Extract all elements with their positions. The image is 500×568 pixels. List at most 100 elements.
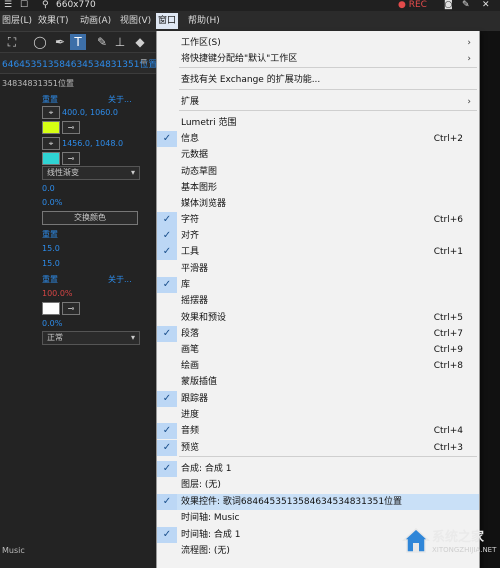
menu-item-label: 音频: [181, 426, 200, 436]
chevron-right-icon: ›: [467, 54, 471, 64]
menu-item[interactable]: 效果和预设 Ctrl+5: [157, 310, 479, 326]
menu-item[interactable]: ✓ 跟踪器: [157, 391, 479, 407]
menu-item[interactable]: 蒙版插值: [157, 374, 479, 390]
panel-subtitle: 34834831351位置: [2, 79, 74, 88]
start-color-swatch[interactable]: [42, 121, 60, 134]
menu-item[interactable]: 工作区(S) ›: [157, 35, 479, 51]
search-icon[interactable]: ⚲: [42, 0, 49, 11]
menu-item[interactable]: ✓ 效果控件: 歌词6846453513584634534831351位置: [157, 494, 479, 510]
menu-item[interactable]: 基本图形: [157, 180, 479, 196]
pen-icon[interactable]: ✎: [462, 0, 470, 11]
menu-item[interactable]: 图层: (无): [157, 477, 479, 493]
menu-item-label: 平滑器: [181, 264, 209, 274]
menu-item[interactable]: ✓ 信息 Ctrl+2: [157, 131, 479, 147]
end-color-swatch[interactable]: [42, 152, 60, 165]
menu-item[interactable]: Lumetri 范围: [157, 115, 479, 131]
menu-item[interactable]: ✓ 合成: 合成 1: [157, 461, 479, 477]
panel-menu-icon[interactable]: ≡: [140, 57, 148, 67]
checkmark-icon: ✓: [157, 277, 177, 293]
value-field[interactable]: 0.0%: [42, 319, 62, 328]
menu-item[interactable]: ✓ 字符 Ctrl+6: [157, 212, 479, 228]
menu-item[interactable]: 将快捷键分配给"默认"工作区 ›: [157, 51, 479, 67]
menu-item-shortcut: Ctrl+9: [433, 345, 463, 355]
about-link[interactable]: 关于...: [108, 94, 132, 105]
menu-separator: [179, 456, 477, 457]
menu-item[interactable]: ✓ 库: [157, 277, 479, 293]
type-icon[interactable]: T: [70, 34, 86, 50]
menu-view[interactable]: 视图(V): [118, 13, 153, 29]
menu-effect[interactable]: 效果(T): [36, 13, 71, 29]
menu-item[interactable]: 媒体浏览器: [157, 196, 479, 212]
window-icon[interactable]: ☐: [20, 0, 28, 11]
end-point-value[interactable]: 1456.0, 1048.0: [62, 139, 123, 148]
chevron-down-icon: ▾: [130, 168, 135, 177]
menu-item[interactable]: 动态草图: [157, 164, 479, 180]
menu-separator: [179, 67, 477, 68]
house-logo-icon: [402, 527, 430, 553]
menu-item[interactable]: 绘画 Ctrl+8: [157, 358, 479, 374]
chevron-right-icon: ›: [467, 97, 471, 107]
menu-item[interactable]: 查找有关 Exchange 的扩展功能...: [157, 72, 479, 88]
rec-indicator[interactable]: ● REC: [398, 0, 427, 11]
menu-item[interactable]: ✓ 预览 Ctrl+3: [157, 440, 479, 456]
brush-icon[interactable]: ✎: [94, 34, 110, 50]
selection-icon[interactable]: ⛶: [4, 34, 20, 50]
reset-link[interactable]: 重置: [42, 94, 58, 105]
menu-item-label: 工具: [181, 247, 200, 257]
blend-mode-select[interactable]: 正常 ▾: [42, 331, 140, 345]
chevron-down-icon: ▾: [130, 333, 135, 342]
gradient-shape-select[interactable]: 线性渐变 ▾: [42, 166, 140, 180]
menu-item[interactable]: 扩展 ›: [157, 94, 479, 110]
pen-icon[interactable]: ✒: [52, 34, 68, 50]
menu-item[interactable]: ✓ 音频 Ctrl+4: [157, 423, 479, 439]
reset-link[interactable]: 重置: [42, 274, 58, 285]
toolbar: ⛶ ◯ ✒ T ✎ ⊥ ◆: [0, 32, 156, 53]
panel-title[interactable]: 64645351358463453483​1351位置: [2, 57, 157, 70]
menu-item[interactable]: ✓ 工具 Ctrl+1: [157, 244, 479, 260]
crosshair-icon[interactable]: ⌖: [42, 106, 60, 119]
color-swatch[interactable]: [42, 302, 60, 315]
checkmark-icon: ✓: [157, 494, 177, 510]
eyedropper-icon[interactable]: ⊸: [62, 302, 80, 315]
menu-item[interactable]: ✓ 对齐: [157, 228, 479, 244]
menu-item[interactable]: 摇摆器: [157, 293, 479, 309]
menu-item-label: 基本图形: [181, 183, 218, 193]
menu-help[interactable]: 帮助(H): [186, 13, 222, 29]
menu-item-label: 时间轴: 合成 1: [181, 530, 241, 540]
menu-item[interactable]: 进度: [157, 407, 479, 423]
menu-item-label: 将快捷键分配给"默认"工作区: [181, 54, 298, 64]
stamp-icon[interactable]: ⊥: [112, 34, 128, 50]
opacity-value[interactable]: 100.0%: [42, 289, 73, 298]
eyedropper-icon[interactable]: ⊸: [62, 152, 80, 165]
menu-window[interactable]: 窗口: [156, 13, 179, 29]
swap-colors-button[interactable]: 交换颜色: [42, 211, 138, 225]
start-point-value[interactable]: 400.0, 1060.0: [62, 108, 118, 117]
menu-item[interactable]: 画笔 Ctrl+9: [157, 342, 479, 358]
menu-item-shortcut: Ctrl+8: [433, 361, 463, 371]
ellipse-icon[interactable]: ◯: [32, 34, 48, 50]
value-field[interactable]: 15.0: [42, 244, 60, 253]
scatter-value[interactable]: 0.0: [42, 184, 55, 193]
menu-item-label: 蒙版插值: [181, 377, 218, 387]
hamburger-icon[interactable]: ☰: [4, 0, 12, 11]
menu-item[interactable]: ✓ 段落 Ctrl+7: [157, 326, 479, 342]
crosshair-icon[interactable]: ⌖: [42, 137, 60, 150]
timeline-tab[interactable]: Music: [2, 546, 25, 555]
close-icon[interactable]: ✕: [482, 0, 490, 11]
checkmark-icon: ✓: [157, 131, 177, 147]
menu-animation[interactable]: 动画(A): [78, 13, 113, 29]
menu-item[interactable]: 元数据: [157, 147, 479, 163]
menu-item[interactable]: 平滑器: [157, 261, 479, 277]
value-field[interactable]: 15.0: [42, 259, 60, 268]
about-link[interactable]: 关于...: [108, 274, 132, 285]
menu-item-label: 信息: [181, 134, 200, 144]
checkmark-icon: ✓: [157, 423, 177, 439]
blend-value[interactable]: 0.0%: [42, 198, 62, 207]
reset-link[interactable]: 重置: [42, 229, 58, 240]
camera-icon[interactable]: ◙: [444, 0, 453, 11]
checkmark-icon: ✓: [157, 527, 177, 543]
eyedropper-icon[interactable]: ⊸: [62, 121, 80, 134]
eraser-icon[interactable]: ◆: [132, 34, 148, 50]
menu-layer[interactable]: 图层(L): [0, 13, 34, 29]
menu-item-label: 段落: [181, 329, 200, 339]
